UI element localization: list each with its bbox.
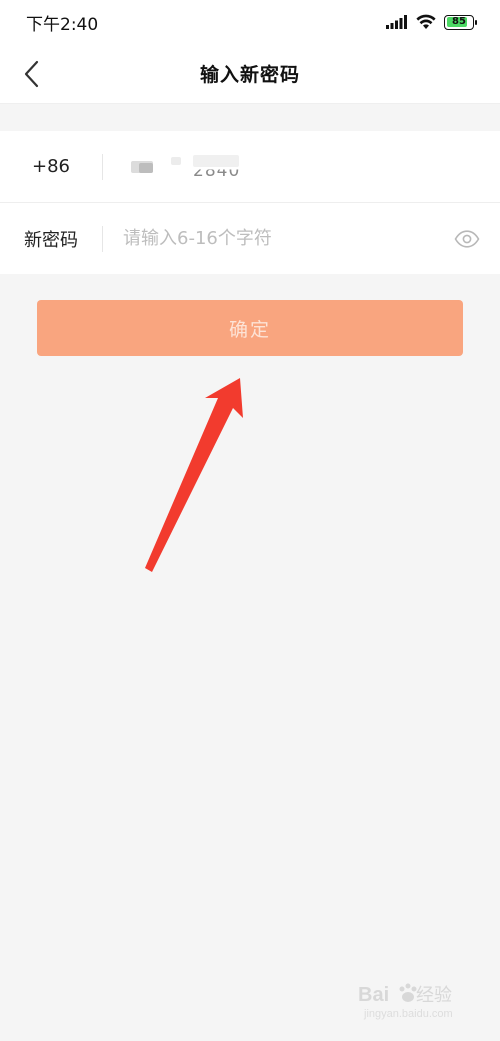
signal-icon	[386, 15, 407, 29]
reset-password-form: +86 2840 新密码	[0, 131, 500, 274]
password-label: 新密码	[24, 229, 78, 251]
nav-bar: 输入新密码	[0, 44, 500, 104]
wifi-icon	[416, 14, 436, 29]
svg-text:jingyan.baidu.com: jingyan.baidu.com	[363, 1008, 453, 1020]
status-icons: 85	[386, 14, 477, 30]
screen: 下午2:40 85 输入新密码 +86 2840 新密码 确定 Bai 经验 j…	[0, 0, 500, 1041]
battery-icon: 85	[444, 14, 477, 30]
status-bar: 下午2:40 85	[0, 0, 500, 44]
chevron-left-icon	[24, 60, 39, 88]
svg-text:Bai: Bai	[358, 984, 389, 1006]
status-time: 下午2:40	[26, 14, 99, 35]
new-password-input[interactable]	[123, 228, 450, 249]
back-button[interactable]	[12, 54, 52, 94]
country-code[interactable]: +86	[0, 156, 102, 177]
eye-icon	[454, 229, 480, 248]
masked-phone-number: 2840	[125, 154, 245, 181]
svg-text:经验: 经验	[416, 985, 452, 1005]
battery-level-text: 85	[452, 16, 466, 27]
baidu-jingyan-watermark-logo: Bai 经验 jingyan.baidu.com	[358, 983, 453, 1020]
phone-number: 2840	[125, 154, 245, 181]
show-password-toggle[interactable]	[450, 222, 484, 256]
password-row: 新密码	[0, 202, 500, 274]
page-title: 输入新密码	[199, 64, 300, 86]
row-divider	[102, 225, 103, 252]
phone-row: +86 2840	[0, 131, 500, 202]
row-divider	[102, 153, 103, 180]
confirm-button[interactable]: 确定	[37, 300, 463, 356]
